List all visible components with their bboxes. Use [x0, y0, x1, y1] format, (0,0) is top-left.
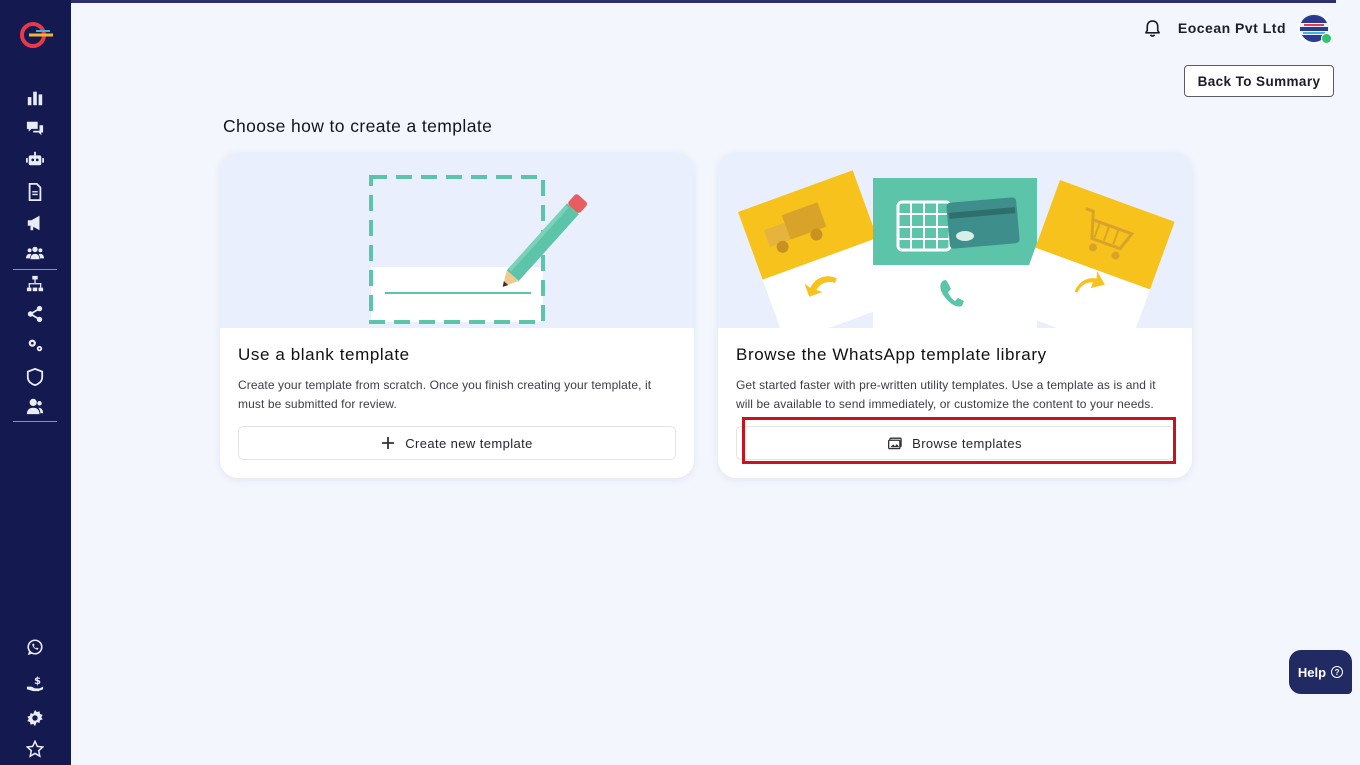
help-button[interactable]: Help ? — [1289, 650, 1352, 694]
button-label: Create new template — [405, 435, 533, 451]
dashboard-icon[interactable] — [24, 87, 46, 109]
contacts-icon[interactable] — [24, 395, 46, 417]
bot-icon[interactable] — [24, 148, 46, 170]
chat-icon[interactable] — [24, 117, 46, 139]
billing-icon[interactable]: $ — [24, 672, 46, 694]
page-title: Choose how to create a template — [223, 116, 493, 136]
avatar[interactable] — [1298, 12, 1332, 44]
card-description: Get started faster with pre-written util… — [736, 378, 1156, 411]
sidebar-divider — [13, 269, 57, 270]
browse-templates-button[interactable]: Browse templates — [736, 426, 1174, 460]
question-icon: ? — [1331, 666, 1344, 678]
header-user-area: Eocean Pvt Ltd — [1142, 10, 1332, 46]
shield-icon[interactable] — [24, 366, 46, 388]
create-new-template-button[interactable]: Create new template — [238, 426, 676, 460]
whatsapp-icon[interactable] — [24, 636, 46, 658]
settings-cogs-icon[interactable] — [24, 334, 46, 356]
sidebar-divider — [13, 421, 57, 422]
image-gallery-icon — [888, 436, 902, 450]
sidebar: $ — [0, 0, 71, 765]
plus-icon — [381, 436, 395, 450]
online-status-dot — [1321, 33, 1332, 44]
sitemap-icon[interactable] — [24, 273, 46, 295]
template-library-illustration — [718, 152, 1192, 354]
button-label: Browse templates — [912, 435, 1022, 451]
help-label: Help — [1297, 664, 1327, 680]
card-title: Browse the WhatsApp template library — [736, 345, 1047, 364]
users-icon[interactable] — [24, 242, 46, 264]
top-accent-line — [0, 0, 1336, 3]
card-title: Use a blank template — [238, 345, 410, 364]
megaphone-icon[interactable] — [24, 212, 46, 234]
share-icon[interactable] — [24, 303, 46, 325]
star-icon[interactable] — [24, 738, 46, 760]
svg-text:$: $ — [34, 676, 41, 687]
bell-icon[interactable] — [1142, 17, 1164, 39]
gear-icon[interactable] — [24, 707, 46, 729]
document-icon[interactable] — [24, 181, 46, 203]
card-description: Create your template from scratch. Once … — [238, 378, 652, 411]
back-to-summary-button[interactable]: Back To Summary — [1184, 65, 1334, 97]
blank-template-card: Use a blank template Create your templat… — [220, 152, 694, 478]
blank-template-illustration — [220, 152, 694, 328]
app-logo[interactable] — [20, 21, 53, 49]
company-name[interactable]: Eocean Pvt Ltd — [1178, 20, 1286, 36]
template-library-card: Browse the WhatsApp template library Get… — [718, 152, 1192, 478]
